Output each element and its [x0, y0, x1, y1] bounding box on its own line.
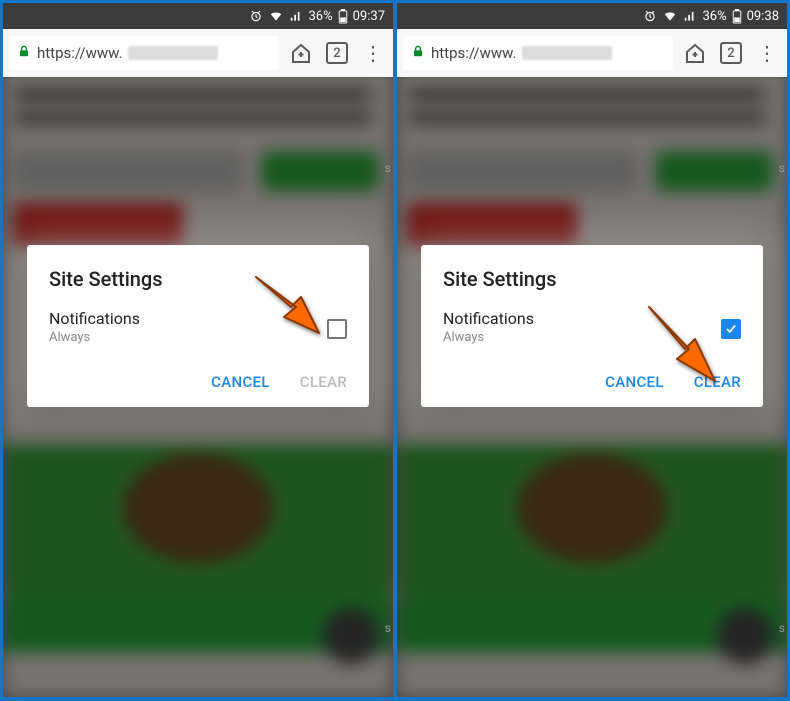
- decorative-letter: s: [779, 621, 785, 635]
- decorative-letter: s: [385, 621, 391, 635]
- url-redacted: [128, 46, 218, 60]
- wifi-icon: [662, 9, 678, 23]
- browser-toolbar: https://www. 2 ⋮: [3, 29, 393, 77]
- alarm-icon: [643, 9, 657, 23]
- battery-percent: 36%: [308, 9, 332, 24]
- url-text: https://www.: [37, 44, 122, 62]
- screenshot-left: 36% 09:37 https://www. 2 ⋮ s s Site Sett…: [3, 3, 393, 697]
- battery-percent: 36%: [702, 9, 726, 24]
- cancel-button[interactable]: CANCEL: [211, 373, 270, 391]
- screenshot-right: 36% 09:38 https://www. 2 ⋮ s s Site Sett…: [397, 3, 787, 697]
- dialog-title: Site Settings: [443, 267, 741, 291]
- clock-text: 09:38: [747, 9, 779, 24]
- battery-icon: [338, 9, 348, 24]
- url-bar[interactable]: https://www.: [9, 36, 279, 70]
- battery-icon: [732, 9, 742, 24]
- notifications-label: Notifications: [49, 309, 140, 328]
- dialog-actions: CANCEL CLEAR: [49, 373, 347, 397]
- home-add-icon[interactable]: [681, 39, 709, 67]
- url-redacted: [522, 46, 612, 60]
- signal-icon: [683, 9, 697, 23]
- alarm-icon: [249, 9, 263, 23]
- url-text: https://www.: [431, 44, 516, 62]
- decorative-letter: s: [385, 161, 391, 175]
- signal-icon: [289, 9, 303, 23]
- notifications-status: Always: [49, 330, 140, 345]
- notifications-label: Notifications: [443, 309, 534, 328]
- url-bar[interactable]: https://www.: [403, 36, 673, 70]
- decorative-letter: s: [779, 161, 785, 175]
- tab-count[interactable]: 2: [323, 39, 351, 67]
- lock-icon: [17, 43, 31, 63]
- notifications-status: Always: [443, 330, 534, 345]
- instruction-arrow: [631, 299, 731, 398]
- menu-icon[interactable]: ⋮: [753, 39, 781, 67]
- instruction-arrow: [241, 267, 331, 351]
- status-bar: 36% 09:38: [397, 3, 787, 29]
- browser-toolbar: https://www. 2 ⋮: [397, 29, 787, 77]
- clear-button: CLEAR: [300, 373, 347, 391]
- tab-count[interactable]: 2: [717, 39, 745, 67]
- lock-icon: [411, 43, 425, 63]
- wifi-icon: [268, 9, 284, 23]
- menu-icon[interactable]: ⋮: [359, 39, 387, 67]
- clock-text: 09:37: [353, 9, 385, 24]
- home-add-icon[interactable]: [287, 39, 315, 67]
- status-bar: 36% 09:37: [3, 3, 393, 29]
